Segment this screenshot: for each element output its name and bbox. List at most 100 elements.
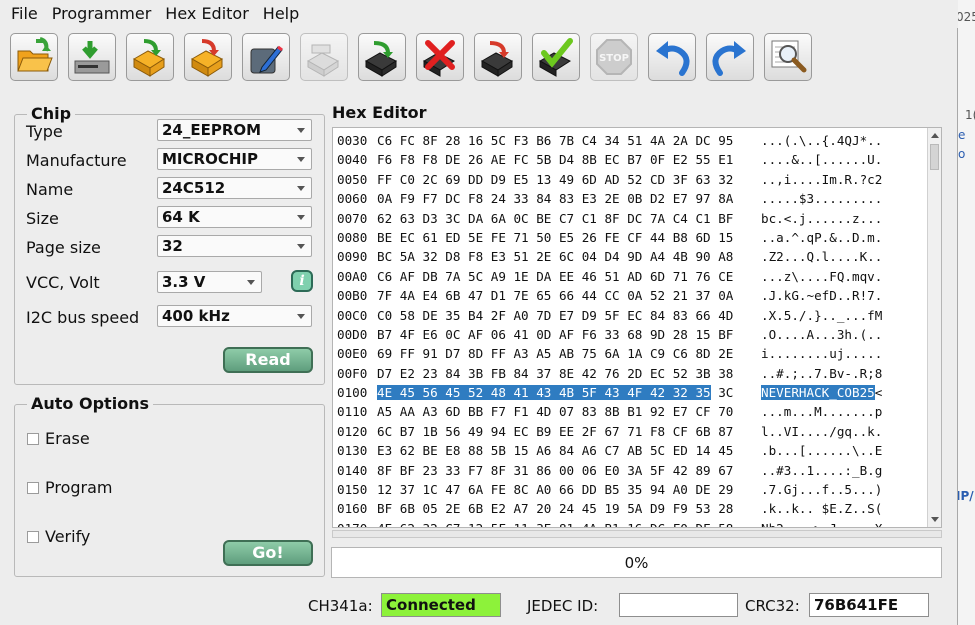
hex-ascii[interactable]: .7.Gj...f..5...) — [761, 482, 882, 497]
read-button[interactable]: Read — [223, 347, 313, 373]
i2c-speed-combo[interactable]: 400 kHz — [157, 305, 312, 327]
detect-chip-button[interactable] — [300, 33, 348, 81]
hex-ascii[interactable]: .Z2...Q.l....K.. — [761, 249, 882, 264]
horizontal-scrollbar[interactable] — [332, 530, 942, 538]
hex-ascii[interactable]: .J.kG.~efD..R!7. — [761, 288, 882, 303]
hex-bytes[interactable]: A5 AA A3 6D BB F7 F1 4D 07 83 8B B1 92 E… — [377, 402, 761, 421]
erase-chip-button[interactable] — [416, 33, 464, 81]
hex-bytes[interactable]: 12 37 1C 47 6A FE 8C A0 66 DD B5 35 94 A… — [377, 480, 761, 499]
hex-ascii[interactable]: bc.<.j......z... — [761, 211, 882, 226]
save-file-button[interactable] — [68, 33, 116, 81]
hex-bytes[interactable]: 4E 45 56 45 52 48 41 43 4B 5F 43 4F 42 3… — [377, 383, 761, 402]
hex-row[interactable]: 00D0 B7 4F E6 0C AF 06 41 0D AF F6 33 68 … — [337, 325, 882, 344]
hex-row[interactable]: 0060 0A F9 F7 DC F8 24 33 84 83 E3 2E 0B … — [337, 189, 882, 208]
go-button[interactable]: Go! — [223, 540, 313, 566]
hex-bytes[interactable]: F6 F8 F8 DE 26 AE FC 5B D4 8B EC B7 0F E… — [377, 150, 761, 169]
hex-bytes[interactable]: FF C0 2C 69 DD D9 E5 13 49 6D AD 52 CD 3… — [377, 170, 761, 189]
jedec-field[interactable] — [619, 593, 738, 617]
hex-row[interactable]: 0050 FF C0 2C 69 DD D9 E5 13 49 6D AD 52 … — [337, 170, 882, 189]
hex-ascii[interactable]: .k..k.. $E.Z..S( — [761, 501, 882, 516]
hex-row[interactable]: 01704E 62 32 C7 12 5F 11 3E 81 4A B1 16 … — [337, 519, 882, 527]
hex-row[interactable]: 0140 8F BF 23 33 F7 8F 31 86 00 06 E0 3A … — [337, 461, 882, 480]
hex-row[interactable]: 00E0 69 FF 91 D7 8D FF A3 A5 AB 75 6A 1A … — [337, 344, 882, 363]
redo-button[interactable] — [706, 33, 754, 81]
hex-row[interactable]: 0110 A5 AA A3 6D BB F7 F1 4D 07 83 8B B1 … — [337, 402, 882, 421]
write-chip-button[interactable] — [474, 33, 522, 81]
hex-bytes[interactable]: C6 AF DB 7A 5C A9 1E DA EE 46 51 AD 6D 7… — [377, 267, 761, 286]
hex-bytes[interactable]: C0 58 DE 35 B4 2F A0 7D E7 D9 5F EC 84 8… — [377, 306, 761, 325]
hex-ascii[interactable]: l..VI..../gq..k. — [761, 424, 882, 439]
vertical-scrollbar[interactable] — [927, 128, 941, 527]
hex-ascii[interactable]: Nb2.._.>.J.....X — [761, 521, 882, 527]
hex-row[interactable]: 0150 12 37 1C 47 6A FE 8C A0 66 DD B5 35 … — [337, 480, 882, 499]
hex-ascii[interactable]: i........uj..... — [761, 346, 882, 361]
scroll-up-icon[interactable] — [931, 133, 939, 138]
hex-ascii[interactable]: ..#.;..7.Bv-.R;8 — [761, 366, 882, 381]
info-icon[interactable]: i — [291, 270, 313, 292]
hex-bytes[interactable]: BF 6B 05 2E 6B E2 A7 20 24 45 19 5A D9 F… — [377, 499, 761, 518]
hex-bytes[interactable]: E3 62 BE E8 88 5B 15 A6 84 A6 C7 AB 5C E… — [377, 441, 761, 460]
size-combo[interactable]: 64 K — [157, 206, 312, 228]
hex-bytes[interactable]: BC 5A 32 D8 F8 E3 51 2E 6C 04 D4 9D A4 4… — [377, 247, 761, 266]
menu-file[interactable]: File — [4, 1, 45, 27]
hex-bytes[interactable]: 4E 62 32 C7 12 5F 11 3E 81 4A B1 16 DC F… — [377, 519, 761, 527]
manufacture-combo[interactable]: MICROCHIP — [157, 148, 312, 170]
stop-button[interactable]: STOP — [590, 33, 638, 81]
hex-ascii[interactable]: ..a.^.qP.&..D.m. — [761, 230, 882, 245]
menu-programmer[interactable]: Programmer — [45, 1, 159, 27]
name-combo[interactable]: 24C512 — [157, 177, 312, 199]
hex-row[interactable]: 0030 C6 FC 8F 28 16 5C F3 B6 7B C4 34 51 … — [337, 131, 882, 150]
page-size-combo[interactable]: 32 — [157, 235, 312, 257]
verify-checkbox[interactable]: Verify — [27, 527, 90, 546]
hex-bytes[interactable]: D7 E2 23 84 3B FB 84 37 8E 42 76 2D EC 5… — [377, 364, 761, 383]
hex-row[interactable]: 0100 4E 45 56 45 52 48 41 43 4B 5F 43 4F … — [337, 383, 882, 402]
hex-bytes[interactable]: C6 FC 8F 28 16 5C F3 B6 7B C4 34 51 4A 2… — [377, 131, 761, 150]
hex-bytes[interactable]: BE EC 61 ED 5E FE 71 50 E5 26 FE CF 44 B… — [377, 228, 761, 247]
hex-ascii[interactable]: ...(.\..{.4QJ*.. — [761, 133, 882, 148]
erase-checkbox[interactable]: Erase — [27, 429, 90, 448]
hex-ascii[interactable]: .....$3......... — [761, 191, 882, 206]
hex-ascii[interactable]: .b...[......\..E — [761, 443, 882, 458]
hex-row[interactable]: 0160 BF 6B 05 2E 6B E2 A7 20 24 45 19 5A … — [337, 499, 882, 518]
type-combo[interactable]: 24_EEPROM — [157, 119, 312, 141]
verify-chip-button[interactable] — [532, 33, 580, 81]
hex-bytes[interactable]: 6C B7 1B 56 49 94 EC B9 EE 2F 67 71 F8 C… — [377, 422, 761, 441]
hex-ascii[interactable]: ...z\....FQ.mqv. — [761, 269, 882, 284]
hex-row[interactable]: 00A0 C6 AF DB 7A 5C A9 1E DA EE 46 51 AD … — [337, 267, 882, 286]
edit-button[interactable] — [242, 33, 290, 81]
hex-bytes[interactable]: 69 FF 91 D7 8D FF A3 A5 AB 75 6A 1A C9 C… — [377, 344, 761, 363]
hex-row[interactable]: 0080 BE EC 61 ED 5E FE 71 50 E5 26 FE CF … — [337, 228, 882, 247]
scroll-thumb[interactable] — [930, 144, 939, 170]
hex-row[interactable]: 0070 62 63 D3 3C DA 6A 0C BE C7 C1 8F DC … — [337, 209, 882, 228]
open-file-button[interactable] — [10, 33, 58, 81]
hex-ascii[interactable]: ..,i....Im.R.?c2 — [761, 172, 882, 187]
hex-bytes[interactable]: 7F 4A E4 6B 47 D1 7E 65 66 44 CC 0A 52 2… — [377, 286, 761, 305]
menu-help[interactable]: Help — [256, 1, 306, 27]
hex-row[interactable]: 00C0 C0 58 DE 35 B4 2F A0 7D E7 D9 5F EC … — [337, 306, 882, 325]
hex-bytes[interactable]: 62 63 D3 3C DA 6A 0C BE C7 C1 8F DC 7A C… — [377, 209, 761, 228]
read-chip-button[interactable] — [358, 33, 406, 81]
find-button[interactable] — [764, 33, 812, 81]
hex-ascii[interactable]: NEVERHACK_COB25< — [761, 385, 882, 401]
hex-bytes[interactable]: 0A F9 F7 DC F8 24 33 84 83 E3 2E 0B D2 E… — [377, 189, 761, 208]
hex-row[interactable]: 0130 E3 62 BE E8 88 5B 15 A6 84 A6 C7 AB … — [337, 441, 882, 460]
hex-row[interactable]: 00F0 D7 E2 23 84 3B FB 84 37 8E 42 76 2D … — [337, 364, 882, 383]
menu-hex-editor[interactable]: Hex Editor — [158, 1, 256, 27]
hex-row[interactable]: 0040 F6 F8 F8 DE 26 AE FC 5B D4 8B EC B7 … — [337, 150, 882, 169]
scroll-down-icon[interactable] — [931, 517, 939, 522]
hex-row[interactable]: 0120 6C B7 1B 56 49 94 EC B9 EE 2F 67 71 … — [337, 422, 882, 441]
hex-ascii[interactable]: ...m...M.......p — [761, 404, 882, 419]
program-checkbox[interactable]: Program — [27, 478, 113, 497]
load-chip-button[interactable] — [126, 33, 174, 81]
save-chip-button[interactable] — [184, 33, 232, 81]
hex-ascii[interactable]: .O....A...3h.(.. — [761, 327, 882, 342]
hex-ascii[interactable]: ..#3..1....:_B.g — [761, 463, 882, 478]
hex-row[interactable]: 00B0 7F 4A E4 6B 47 D1 7E 65 66 44 CC 0A … — [337, 286, 882, 305]
hex-ascii[interactable]: ....&..[......U. — [761, 152, 882, 167]
hex-editor-view[interactable]: 0030 C6 FC 8F 28 16 5C F3 B6 7B C4 34 51 … — [332, 127, 942, 528]
vcc-combo[interactable]: 3.3 V — [157, 271, 262, 293]
crc32-field[interactable]: 76B641FE — [809, 593, 929, 617]
hex-row[interactable]: 0090 BC 5A 32 D8 F8 E3 51 2E 6C 04 D4 9D … — [337, 247, 882, 266]
undo-button[interactable] — [648, 33, 696, 81]
hex-bytes[interactable]: B7 4F E6 0C AF 06 41 0D AF F6 33 68 9D 2… — [377, 325, 761, 344]
